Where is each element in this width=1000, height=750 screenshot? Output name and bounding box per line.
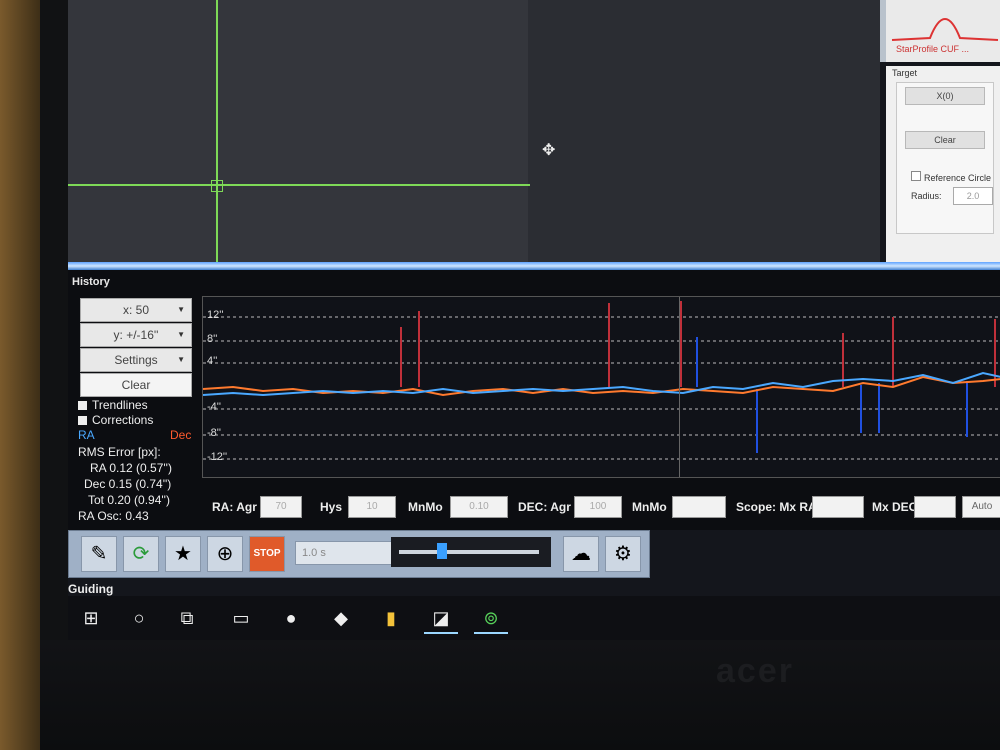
dec-agr-spinner[interactable]: 100 [574,496,622,518]
ra-agr-spinner[interactable]: 70 [260,496,302,518]
browser-icon[interactable]: ● [274,604,308,632]
camera-frame-region [68,0,528,268]
mx-dec-spinner[interactable] [914,496,956,518]
rms-tot: Tot 0.20 (0.94'') [88,493,170,507]
reference-circle-checkbox[interactable]: Reference Circle [911,171,991,183]
target-box: X(0) Clear Reference Circle Radius: 2.0 [896,82,994,234]
laptop-bezel-bottom [40,640,1000,750]
notes-icon[interactable]: ▮ [374,604,408,632]
connect-equipment-icon[interactable]: ✎ [81,536,117,572]
dec-mnmo-label: MnMo [632,500,667,514]
chevron-down-icon: ▼ [177,355,185,364]
y-label-neg8: -8'' [207,427,221,439]
y-label-8: 8'' [207,333,218,345]
radius-input[interactable]: 2.0 [953,187,993,205]
history-title: History [72,276,110,288]
graph-separator [679,297,680,477]
dec-mnmo-spinner[interactable] [672,496,726,518]
history-clear-button[interactable]: Clear [80,373,192,397]
guide-star-icon[interactable]: ✥ [542,142,560,160]
chevron-down-icon: ▼ [177,305,185,314]
task-view-icon[interactable]: ⧉ [170,604,204,632]
target-panel: Target X(0) Clear Reference Circle Radiu… [886,66,1000,264]
history-graph[interactable]: 12'' 8'' 4'' -4'' -8'' -12'' [202,296,1000,478]
guide-crosshair-icon[interactable]: ⊕ [207,536,243,572]
ra-osc: RA Osc: 0.43 [78,509,149,523]
scope-mx-ra-spinner[interactable] [812,496,864,518]
phd2-icon[interactable]: ◪ [424,604,458,634]
x-scale-label: x: 50 [122,303,149,317]
checkbox-box[interactable] [78,416,87,426]
hys-spinner[interactable]: 10 [348,496,396,518]
history-panel-border [68,262,1000,270]
mx-dec-label: Mx DEC [872,500,918,514]
gamma-slider-track [399,550,539,554]
guiding-status-label: Guiding [68,582,114,596]
settings-dropdown[interactable]: Settings ▼ [80,348,192,372]
camera-view[interactable]: ✥ [68,0,880,268]
lock-position-vertical-line [216,0,218,268]
start-icon[interactable]: ⊞ [74,604,108,632]
gamma-slider[interactable] [391,537,551,567]
checkbox-box[interactable] [78,401,87,411]
y-scale-dropdown[interactable]: y: +/-16'' ▼ [80,323,192,347]
loop-exposure-icon[interactable]: ⟳ [123,536,159,572]
y-label-12: 12'' [207,309,224,321]
windows-taskbar: ⊞ ○ ⧉ ▭ ● ◆ ▮ ◪ ⊚ [68,596,1000,640]
lock-position-horizontal-line [68,184,530,186]
y-label-neg4: -4'' [207,401,221,413]
y-scale-label: y: +/-16'' [113,328,159,342]
history-panel: History x: 50 ▼ y: +/-16'' ▼ Settings ▼ Cle… [68,270,1000,530]
corrections-checkbox[interactable]: Corrections [78,413,153,427]
exposure-duration-select[interactable]: 1.0 s [295,541,393,565]
ra-correction-bars [696,337,968,453]
stop-button[interactable]: STOP [249,536,285,572]
trendlines-checkbox[interactable]: Trendlines [78,398,148,412]
trendlines-label: Trendlines [92,398,148,412]
radius-label: Radius: [911,191,942,201]
brain-settings-icon[interactable]: ☁ [563,536,599,572]
lock-position-marker [211,180,223,192]
corrections-label: Corrections [92,413,154,427]
camera-settings-icon[interactable]: ⚙ [605,536,641,572]
auto-select-star-icon[interactable]: ★ [165,536,201,572]
mnmo-label: MnMo [408,500,443,514]
target-app-icon[interactable]: ⊚ [474,604,508,634]
store-icon[interactable]: ◆ [324,604,358,632]
gamma-slider-thumb[interactable] [437,543,447,559]
y-label-neg12: -12'' [207,451,228,463]
star-profile-panel: StarProfile CUF ... [880,0,1000,62]
rms-dec: Dec 0.15 (0.74'') [84,477,172,491]
chevron-down-icon: ▼ [177,330,185,339]
brand-logo: acer [716,652,794,690]
history-graph-canvas [203,301,1000,460]
settings-label: Settings [114,353,158,367]
rms-title: RMS Error [px]: [78,445,161,459]
x-scale-dropdown[interactable]: x: 50 ▼ [80,298,192,322]
scope-mx-ra-label: Scope: Mx RA [736,500,817,514]
hys-label: Hys [320,500,343,514]
dec-agr-label: DEC: Agr [518,500,571,514]
dec-legend: Dec [170,428,192,442]
reference-circle-box[interactable] [911,171,921,181]
screen: ✥ StarProfile CUF ... Target X(0) Clear … [68,0,1000,640]
target-clear-button[interactable]: Clear [905,131,985,149]
auto-button[interactable]: Auto [962,496,1000,518]
star-profile-curve [891,18,999,41]
y-label-4: 4'' [207,355,218,367]
ra-agr-label: RA: Agr [212,500,257,514]
main-toolbar: ✎ ⟳ ★ ⊕ STOP 1.0 s ☁ ⚙ [68,530,650,578]
target-zoom-select[interactable]: X(0) [905,87,985,105]
file-explorer-icon[interactable]: ▭ [224,604,258,632]
reference-circle-label: Reference Circle [924,173,992,183]
ra-legend: RA [78,428,95,442]
rms-ra: RA 0.12 (0.57'') [90,461,172,475]
cortana-icon[interactable]: ○ [122,604,156,632]
mnmo-spinner[interactable]: 0.10 [450,496,508,518]
profile-label: StarProfile CUF ... [896,44,970,54]
target-title: Target [892,68,918,78]
